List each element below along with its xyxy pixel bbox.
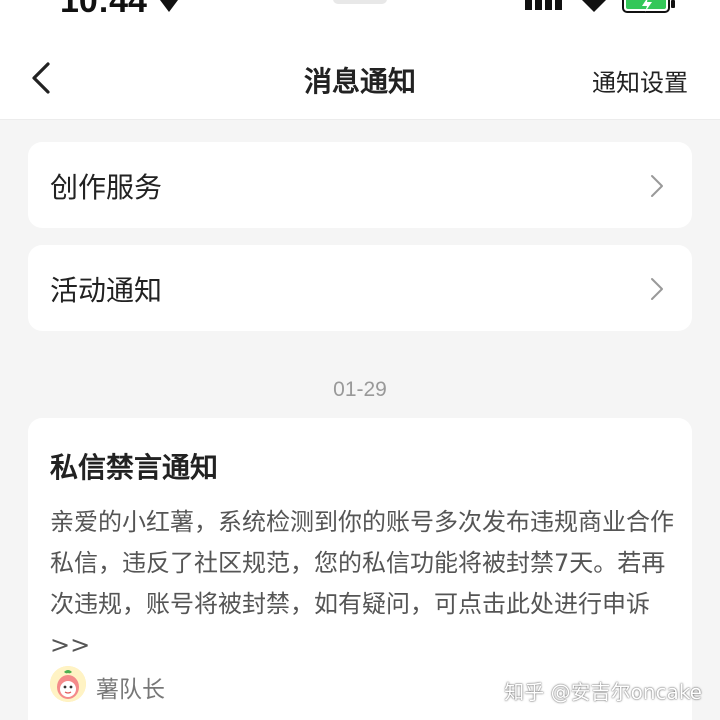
chevron-right-icon [651,278,663,300]
sweet-potato-avatar-icon [50,666,86,702]
battery-charging-icon [622,0,675,13]
notice-body: 亲爱的小红薯，系统检测到你的账号多次发布违规商业合作私信，违反了社区规范，您的私… [50,502,674,666]
status-center-indicator [333,0,387,4]
cellular-signal-icon [525,0,562,10]
menu-item-creation-service[interactable]: 创作服务 [28,142,692,228]
chevron-left-icon[interactable] [26,60,56,96]
location-arrow-icon [160,0,178,12]
chevron-right-icon [651,175,663,197]
menu-item-activity-notifications[interactable]: 活动通知 [28,245,692,331]
status-bar: 10:44 [0,0,720,26]
menu-item-label: 活动通知 [50,274,163,307]
notice-title: 私信禁言通知 [50,451,219,484]
message-date: 01-29 [333,378,387,401]
watermark: 知乎 @安吉尔oncake [504,680,702,704]
notification-settings-button[interactable]: 通知设置 [592,63,688,98]
navigation-bar: 消息通知 通知设置 [0,26,720,120]
notice-card: 私信禁言通知 亲爱的小红薯，系统检测到你的账号多次发布违规商业合作私信，违反了社… [28,418,692,720]
sender-name: 薯队长 [96,677,165,703]
status-time: 10:44 [60,0,147,20]
wifi-icon [582,0,606,12]
menu-item-label: 创作服务 [50,171,163,204]
